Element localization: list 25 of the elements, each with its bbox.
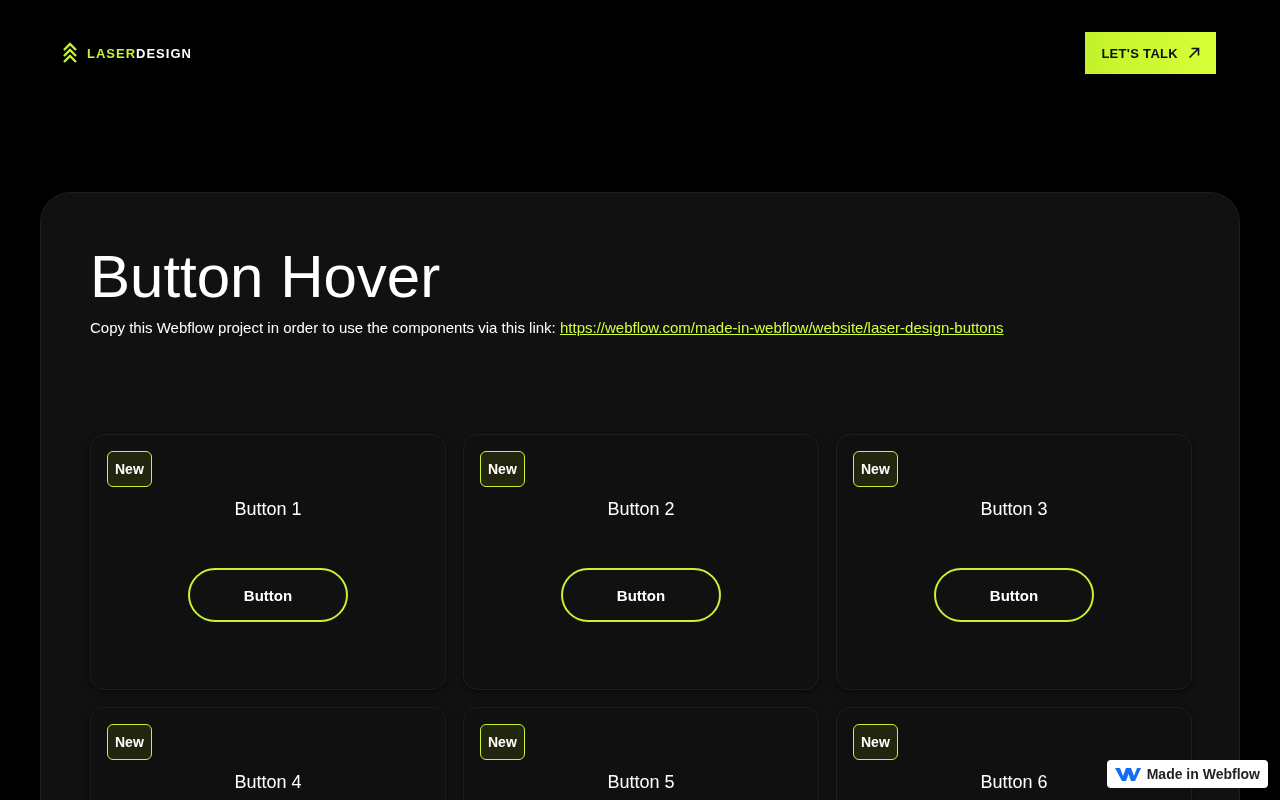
webflow-logo-icon <box>1114 766 1141 782</box>
lets-talk-button[interactable]: LET'S TALK <box>1085 32 1216 74</box>
new-badge: New <box>480 451 525 487</box>
badge-label: Made in Webflow <box>1146 766 1260 782</box>
demo-button[interactable]: Button <box>188 568 348 622</box>
logo-wordmark: LASERDESIGN <box>87 45 192 61</box>
arrow-icon <box>1188 47 1200 59</box>
demo-button[interactable]: Button <box>934 568 1094 622</box>
card-title: Button 4 <box>234 772 302 793</box>
made-in-webflow-badge[interactable]: Made in Webflow <box>1106 760 1268 788</box>
project-link[interactable]: https://webflow.com/made-in-webflow/website/laser-design-buttons <box>559 319 1004 336</box>
new-badge: New <box>480 724 525 760</box>
new-badge: New <box>853 724 898 760</box>
new-badge: New <box>853 451 898 487</box>
new-badge: New <box>107 451 152 487</box>
card-title: Button 2 <box>607 499 675 520</box>
intro-text: Copy this Webflow project in order to use the components via this link: <box>90 319 556 336</box>
card-title: Button 1 <box>234 499 302 520</box>
card-title: Button 6 <box>980 772 1048 793</box>
page-title: Button Hover <box>90 242 442 312</box>
chevrons-icon <box>63 42 77 64</box>
card-title: Button 3 <box>980 499 1048 520</box>
new-badge: New <box>107 724 152 760</box>
card-title: Button 5 <box>607 772 675 793</box>
demo-button[interactable]: Button <box>561 568 721 622</box>
